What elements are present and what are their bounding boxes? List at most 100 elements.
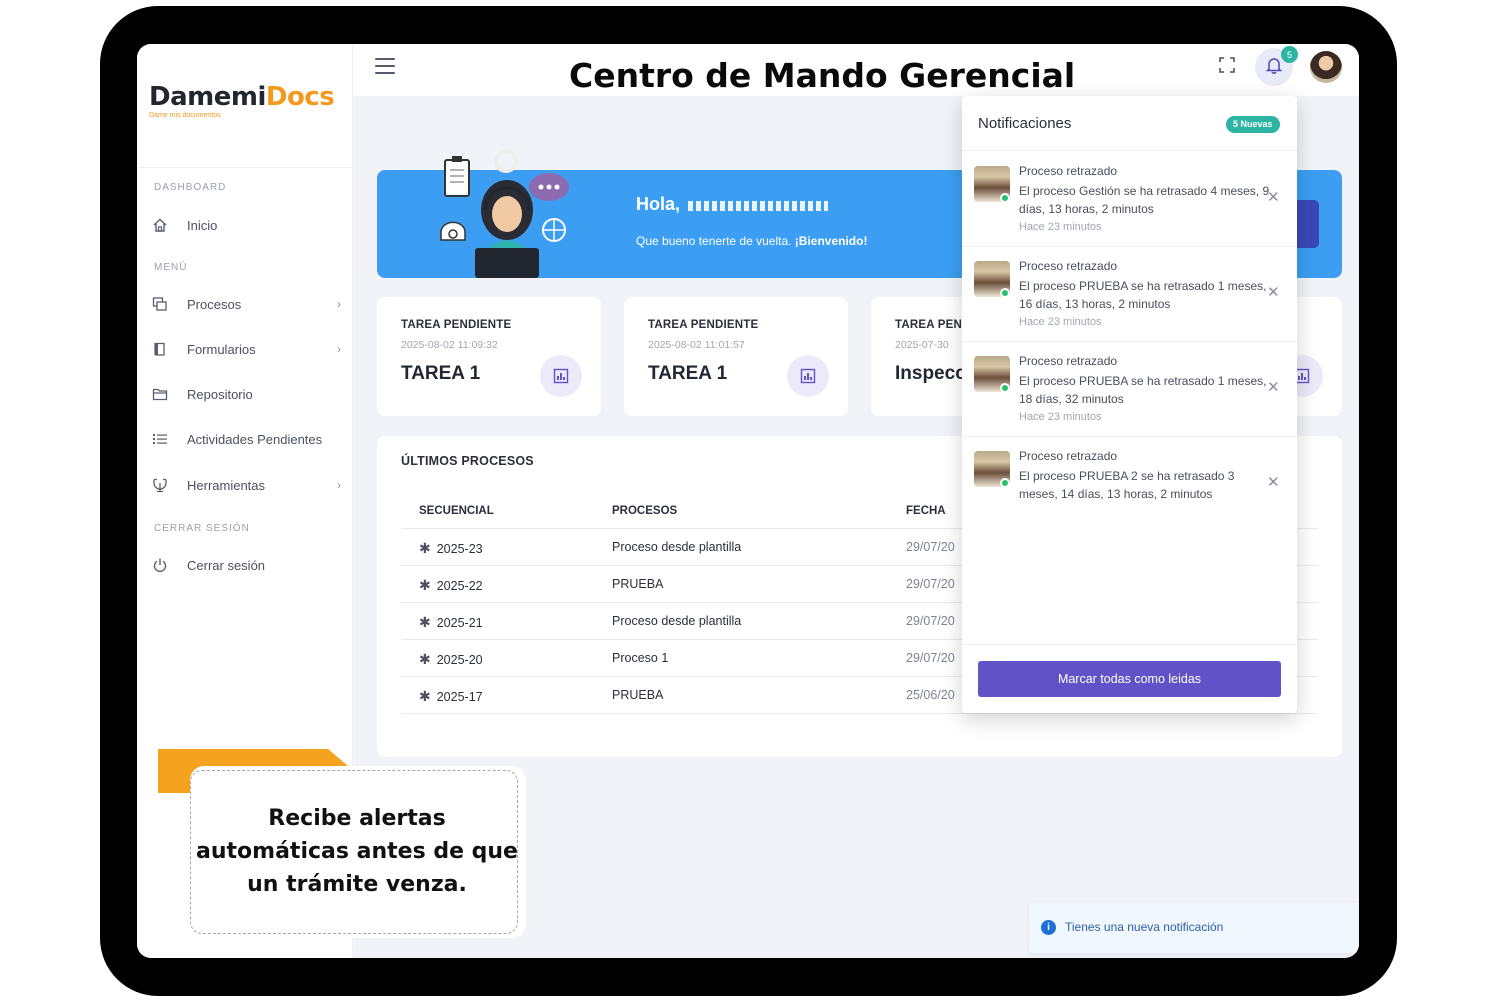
notification-time: Hace 23 minutos <box>1019 316 1102 328</box>
sidebar-section-menu: MENÚ <box>154 262 188 273</box>
notification-title: Proceso retrazado <box>1019 164 1118 178</box>
online-status-dot <box>1000 193 1010 203</box>
cell-secuencial: ✱ 2025-17 <box>419 688 483 705</box>
cell-proceso: PRUEBA <box>612 688 664 702</box>
online-status-dot <box>1000 288 1010 298</box>
sidebar-item-herramientas[interactable]: Herramientas › <box>151 472 341 498</box>
sequence-number: 2025-21 <box>436 616 483 630</box>
card-date: 2025-07-30 <box>895 339 949 351</box>
power-icon <box>151 556 169 574</box>
welcome-subtitle-text: Que bueno tenerte de vuelta. <box>636 234 792 248</box>
sidebar-item-formularios[interactable]: Formularios › <box>151 336 341 362</box>
chevron-right-icon: › <box>337 342 341 356</box>
sequence-number: 2025-17 <box>436 690 483 704</box>
info-icon: i <box>1041 920 1056 935</box>
chevron-right-icon: › <box>337 297 341 311</box>
toast-text: Tienes una nueva notificación <box>1065 920 1224 934</box>
sidebar-section-dashboard: DASHBOARD <box>154 182 227 193</box>
column-header-secuencial: SECUENCIAL <box>419 505 494 517</box>
notification-item[interactable]: Proceso retrazado El proceso PRUEBA se h… <box>962 247 1297 342</box>
notification-time: Hace 23 minutos <box>1019 221 1102 233</box>
list-icon <box>151 430 169 448</box>
greeting-text: Hola, <box>636 194 681 214</box>
support-agent-illustration <box>440 149 569 278</box>
notification-item[interactable]: Proceso retrazado El proceso PRUEBA 2 se… <box>962 437 1297 532</box>
mark-all-read-button[interactable]: Marcar todas como leidas <box>978 661 1281 697</box>
cell-fecha: 29/07/20 <box>906 577 955 591</box>
panel-title: ÚLTIMOS PROCESOS <box>401 454 534 468</box>
card-date: 2025-08-02 11:01:57 <box>648 339 745 351</box>
cell-proceso: Proceso desde plantilla <box>612 614 742 628</box>
sidebar-item-actividades[interactable]: Actividades Pendientes <box>151 426 341 452</box>
notifications-dropdown: Notificaciones 5 Nuevas Proceso retrazad… <box>962 96 1297 713</box>
sidebar-item-inicio[interactable]: Inicio <box>151 212 341 238</box>
notifications-button[interactable]: 5 <box>1255 46 1298 86</box>
cell-proceso: Proceso 1 <box>612 651 669 665</box>
sidebar-item-cerrar-sesion[interactable]: Cerrar sesión <box>151 552 341 578</box>
notification-title: Proceso retrazado <box>1019 354 1118 368</box>
cell-proceso: Proceso desde plantilla <box>612 540 742 554</box>
brand-logo[interactable]: DamemiDocs <box>149 82 335 112</box>
asterisk-icon: ✱ <box>419 614 431 630</box>
sidebar-item-procesos[interactable]: Procesos › <box>151 291 341 317</box>
cell-proceso: PRUEBA <box>612 577 664 591</box>
column-header-fecha: FECHA <box>906 505 946 517</box>
notification-message: El proceso Gestión se ha retrasado 4 mes… <box>1019 184 1270 216</box>
callout-text: Recibe alertas automáticas antes de que … <box>196 806 518 897</box>
brand-name-part1: Damemi <box>149 82 266 112</box>
bell-icon <box>1265 56 1283 79</box>
chart-icon <box>540 355 582 397</box>
sidebar-divider <box>137 167 353 168</box>
notification-item[interactable]: Proceso retrazado El proceso Gestión se … <box>962 152 1297 247</box>
sidebar-item-repositorio[interactable]: Repositorio <box>151 381 341 407</box>
chart-icon <box>787 355 829 397</box>
footer-divider <box>962 644 1297 645</box>
notification-title: Proceso retrazado <box>1019 449 1118 463</box>
notification-time: Hace 23 minutos <box>1019 411 1102 423</box>
fullscreen-icon[interactable] <box>1217 56 1237 76</box>
sidebar-section-logout: CERRAR SESIÓN <box>154 523 250 534</box>
card-date: 2025-08-02 11:09:32 <box>401 339 498 351</box>
folder-icon <box>151 385 169 403</box>
card-value: Inspecc <box>895 363 966 384</box>
notifications-header: Notificaciones 5 Nuevas <box>962 96 1297 151</box>
online-status-dot <box>1000 478 1010 488</box>
notification-message: El proceso PRUEBA se ha retrasado 1 mese… <box>1019 279 1267 311</box>
close-icon[interactable]: ✕ <box>1267 188 1280 206</box>
close-icon[interactable]: ✕ <box>1267 473 1280 491</box>
online-status-dot <box>1000 383 1010 393</box>
pending-task-card[interactable]: TAREA PENDIENTE 2025-08-02 11:01:57 TARE… <box>624 297 848 416</box>
notification-item[interactable]: Proceso retrazado El proceso PRUEBA se h… <box>962 342 1297 437</box>
welcome-subtitle: Que bueno tenerte de vuelta. ¡Bienvenido… <box>636 234 867 248</box>
close-icon[interactable]: ✕ <box>1267 283 1280 301</box>
book-icon <box>151 340 169 358</box>
sidebar-item-label: Procesos <box>187 296 242 312</box>
new-notifications-badge: 5 Nuevas <box>1226 116 1280 133</box>
sidebar-item-label: Cerrar sesión <box>187 557 266 573</box>
card-label: TAREA PENDIENTE <box>401 319 512 331</box>
tools-icon <box>151 476 169 494</box>
menu-toggle-icon[interactable] <box>375 58 397 76</box>
copy-icon <box>151 295 169 313</box>
page-title: Centro de Mando Gerencial <box>569 56 1076 95</box>
brand-tagline: Dame mis documentos <box>149 112 221 119</box>
asterisk-icon: ✱ <box>419 577 431 593</box>
notification-title: Proceso retrazado <box>1019 259 1118 273</box>
close-icon[interactable]: ✕ <box>1267 378 1280 396</box>
notification-message: El proceso PRUEBA 2 se ha retrasado 3 me… <box>1019 469 1235 501</box>
cell-secuencial: ✱ 2025-22 <box>419 577 483 594</box>
asterisk-icon: ✱ <box>419 651 431 667</box>
sidebar-item-label: Inicio <box>187 217 218 233</box>
cell-fecha: 29/07/20 <box>906 540 955 554</box>
card-value: TAREA 1 <box>401 363 481 384</box>
home-icon <box>151 216 169 234</box>
pending-task-card[interactable]: TAREA PENDIENTE 2025-08-02 11:09:32 TARE… <box>377 297 601 416</box>
redacted-user-name <box>688 201 828 211</box>
cell-secuencial: ✱ 2025-20 <box>419 651 483 668</box>
sidebar-item-label: Formularios <box>187 341 256 357</box>
cell-fecha: 29/07/20 <box>906 651 955 665</box>
toast-notification[interactable]: i Tienes una nueva notificación <box>1029 903 1359 953</box>
cell-fecha: 25/06/20 <box>906 688 955 702</box>
user-avatar[interactable] <box>1310 51 1342 83</box>
card-label: TAREA PEN <box>895 319 962 331</box>
